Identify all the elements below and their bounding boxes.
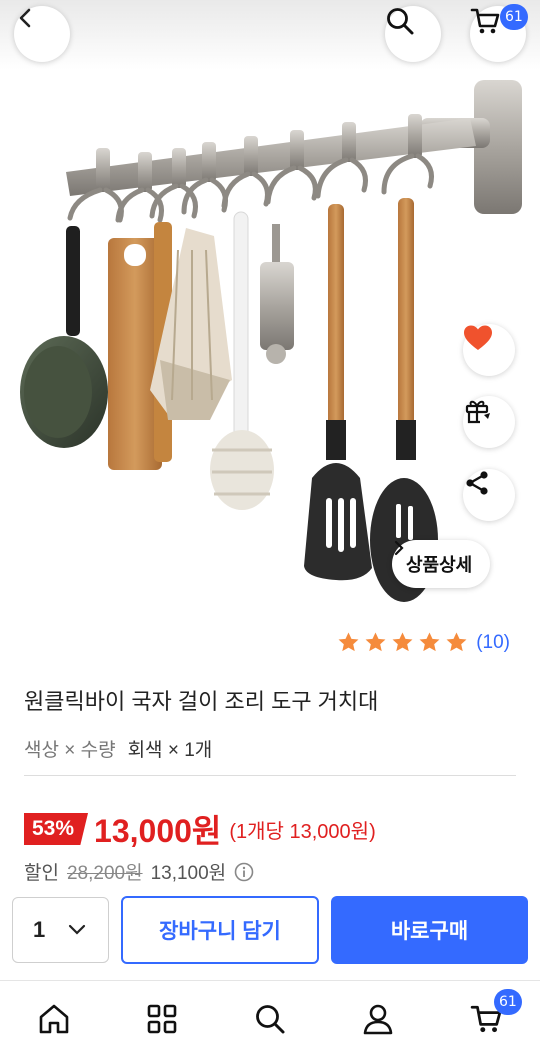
price-row: 53% 13,000원 (1개당 13,000원) — [24, 806, 376, 852]
chevron-left-icon — [19, 8, 31, 28]
unit-price: (1개당 13,000원) — [229, 820, 376, 843]
star-icon — [419, 632, 440, 652]
nav-categories[interactable] — [142, 999, 182, 1039]
star-icon — [365, 632, 386, 652]
quantity-select[interactable]: 1 — [12, 897, 109, 963]
product-image[interactable]: 61 상품상세 — [0, 0, 540, 612]
star-icon — [338, 632, 359, 652]
buy-now-button[interactable]: 바로구매 — [331, 896, 528, 964]
nav-home[interactable] — [34, 999, 74, 1039]
home-icon — [39, 1004, 69, 1034]
sale-price: 13,000원 — [94, 813, 222, 849]
back-button[interactable] — [14, 6, 70, 62]
product-rating[interactable]: (10) — [337, 631, 510, 654]
product-detail-label: 상품상세 — [406, 555, 473, 575]
product-title: 원클릭바이 국자 걸이 조리 도구 거치대 — [24, 689, 379, 714]
discount-info: 할인 28,200원 13,100원 — [24, 858, 254, 885]
gift-icon — [465, 400, 490, 424]
discount-rate-badge: 53% — [24, 813, 89, 845]
option-key: 색상 × 수량 — [24, 740, 116, 761]
selected-option[interactable]: 색상 × 수량 회색 × 1개 — [24, 735, 212, 762]
search-button[interactable] — [385, 6, 441, 62]
bottom-navigation: 61 — [0, 980, 540, 1057]
my-page-icon — [363, 1004, 393, 1035]
original-price: 28,200원 — [66, 863, 143, 884]
option-value: 회색 × 1개 — [127, 740, 213, 761]
search-icon — [387, 8, 414, 35]
cart-icon — [470, 8, 500, 34]
add-to-cart-button[interactable]: 장바구니 담기 — [121, 896, 319, 964]
nav-search[interactable] — [250, 999, 290, 1039]
gift-button[interactable] — [463, 396, 515, 448]
discount-label: 할인 — [24, 863, 59, 884]
chevron-right-icon — [394, 540, 404, 556]
heart-icon — [464, 325, 492, 350]
nav-cart-count-badge: 61 — [494, 989, 522, 1015]
star-icon — [392, 632, 413, 652]
kitchen-rack-illustration — [20, 80, 522, 602]
nav-my-page[interactable] — [358, 999, 398, 1039]
search-icon — [256, 1005, 285, 1034]
chevron-down-icon — [68, 924, 86, 935]
like-button[interactable] — [463, 324, 515, 376]
divider — [24, 775, 516, 776]
share-button[interactable] — [463, 469, 515, 521]
discount-amount: 13,100원 — [150, 863, 227, 884]
info-icon[interactable] — [234, 862, 254, 882]
star-icon — [446, 632, 467, 652]
review-count[interactable]: (10) — [476, 632, 510, 654]
product-detail-button[interactable]: 상품상세 — [392, 540, 491, 588]
cart-count-badge: 61 — [500, 4, 528, 30]
product-page: 61 상품상세 (10) 원클릭바이 국자 걸이 조리 도구 거치대 색상 × … — [0, 0, 540, 1057]
quantity-value: 1 — [33, 917, 46, 942]
categories-icon — [147, 1004, 177, 1034]
share-icon — [466, 471, 488, 495]
